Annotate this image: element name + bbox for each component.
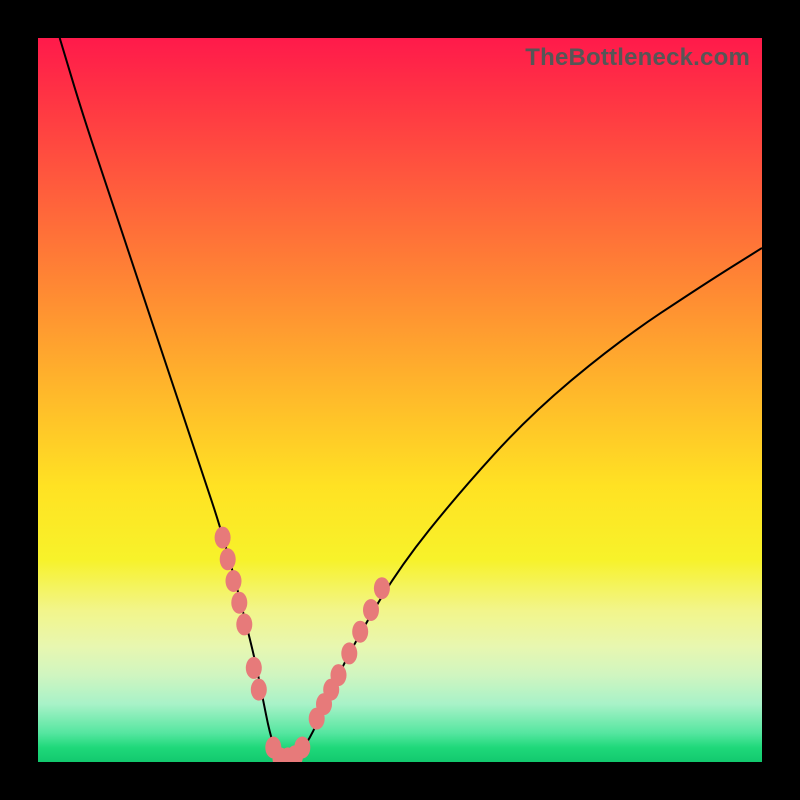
bead-point [220, 548, 236, 570]
chart-frame: TheBottleneck.com [0, 0, 800, 800]
bead-point [236, 613, 252, 635]
bead-point [374, 577, 390, 599]
bead-point [215, 527, 231, 549]
plot-area: TheBottleneck.com [38, 38, 762, 762]
bead-point [341, 642, 357, 664]
beads-group [215, 527, 390, 762]
chart-svg [38, 38, 762, 762]
bead-point [231, 592, 247, 614]
bead-point [331, 664, 347, 686]
bead-point [352, 621, 368, 643]
bead-point [363, 599, 379, 621]
bottleneck-curve [60, 38, 762, 762]
bead-point [294, 737, 310, 759]
bead-point [226, 570, 242, 592]
bead-point [246, 657, 262, 679]
bead-point [251, 679, 267, 701]
